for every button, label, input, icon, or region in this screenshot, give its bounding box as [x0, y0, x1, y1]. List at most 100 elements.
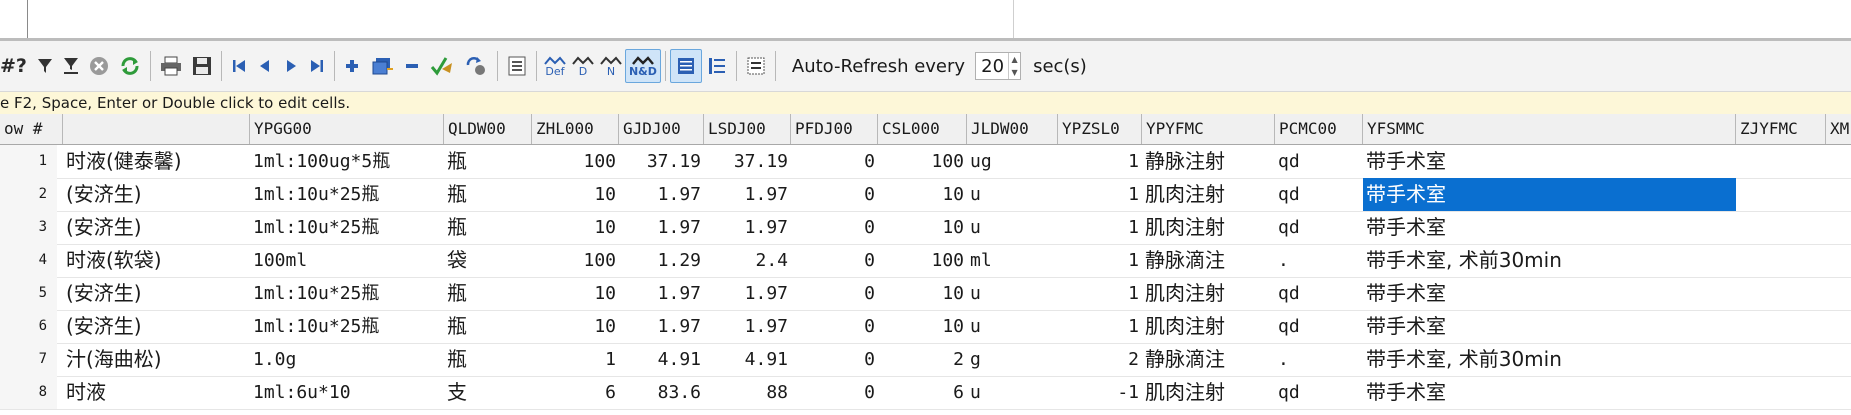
cell-jldw00[interactable]: u: [967, 376, 1058, 409]
cell-ypgg00[interactable]: 1ml:10u*25瓶: [250, 211, 444, 244]
cell-zjyfmc[interactable]: [1736, 277, 1826, 310]
post-edit-icon[interactable]: [425, 49, 459, 83]
cell-ypyfmc[interactable]: 静脉滴注: [1142, 343, 1275, 376]
cell-pfdj00[interactable]: 0: [791, 277, 878, 310]
d-icon[interactable]: D: [569, 49, 597, 83]
def-icon[interactable]: Def: [541, 49, 569, 83]
cell-name[interactable]: (安济生): [63, 310, 250, 343]
next-record-icon[interactable]: [278, 49, 304, 83]
cell-name[interactable]: (安济生): [63, 277, 250, 310]
table-row[interactable]: 8 时液 1ml:6u*10 支 6 83.6 88 0 6 u -1 肌肉注射 qd 带手术室: [0, 376, 1851, 410]
editor-splitter[interactable]: [1013, 0, 1014, 38]
cell-name[interactable]: 时液(软袋): [63, 244, 250, 277]
cell-ypgg00[interactable]: 100ml: [250, 244, 444, 277]
header-pfdj00[interactable]: PFDJ00: [791, 114, 878, 144]
cell-zjyfmc[interactable]: [1736, 244, 1826, 277]
filter-clear-icon[interactable]: [58, 49, 84, 83]
cell-xm[interactable]: [1826, 376, 1851, 409]
data-grid[interactable]: ow # YPGG00 QLDW00 ZHL000 GJDJ00 LSDJ00 …: [0, 114, 1851, 415]
cell-zjyfmc[interactable]: [1736, 310, 1826, 343]
cell-jldw00[interactable]: u: [967, 277, 1058, 310]
row-number[interactable]: 6: [0, 310, 57, 343]
cell-gjdj00[interactable]: 83.6: [619, 376, 704, 409]
cell-qldw00[interactable]: 瓶: [444, 145, 532, 178]
table-row[interactable]: 6 (安济生) 1ml:10u*25瓶瓶 10 1.97 1.97 0 10 u 1 肌肉注射 qd 带…: [0, 310, 1851, 344]
cell-csl000[interactable]: 10: [878, 277, 967, 310]
n-icon[interactable]: N: [597, 49, 625, 83]
cell-xm[interactable]: [1826, 178, 1851, 211]
header-pcmc00[interactable]: PCMC00: [1275, 114, 1363, 144]
cell-ypgg00[interactable]: 1ml:10u*25瓶: [250, 178, 444, 211]
cell-ypyfmc[interactable]: 静脉滴注: [1142, 244, 1275, 277]
cell-csl000[interactable]: 10: [878, 310, 967, 343]
row-number[interactable]: 2: [0, 178, 57, 211]
cancel-icon[interactable]: [84, 49, 114, 83]
cell-yfsmmc[interactable]: 带手术室: [1363, 277, 1736, 310]
row-number[interactable]: 1: [0, 145, 57, 178]
cell-yfsmmc[interactable]: 带手术室: [1363, 310, 1736, 343]
cell-ypgg00[interactable]: 1ml:10u*25瓶: [250, 310, 444, 343]
table-row[interactable]: 4 时液(软袋) 100ml 袋 100 1.29 2.4 0 100 ml 1 静脉滴注. 带手术室,…: [0, 244, 1851, 278]
cell-gjdj00[interactable]: 37.19: [619, 145, 704, 178]
cell-name[interactable]: (安济生): [63, 178, 250, 211]
last-record-icon[interactable]: [304, 49, 330, 83]
cell-jldw00[interactable]: u: [967, 211, 1058, 244]
cell-pfdj00[interactable]: 0: [791, 211, 878, 244]
cell-ypzsl0[interactable]: 1: [1058, 178, 1142, 211]
cell-qldw00[interactable]: 瓶: [444, 310, 532, 343]
header-qldw00[interactable]: QLDW00: [444, 114, 532, 144]
cell-zjyfmc[interactable]: [1736, 343, 1826, 376]
cell-zhl000[interactable]: 100: [532, 244, 619, 277]
header-lsdj00[interactable]: LSDJ00: [704, 114, 791, 144]
cell-gjdj00[interactable]: 1.29: [619, 244, 704, 277]
text-view-icon[interactable]: [741, 49, 771, 83]
first-record-icon[interactable]: [226, 49, 252, 83]
cell-ypgg00[interactable]: 1ml:10u*25瓶: [250, 277, 444, 310]
table-row[interactable]: 7 汁(海曲松) 1.0g 瓶 1 4.91 4.91 0 2 g 2 静脉滴注. 带手术室, 术前30…: [0, 343, 1851, 377]
cell-gjdj00[interactable]: 1.97: [619, 310, 704, 343]
cell-lsdj00[interactable]: 1.97: [704, 178, 791, 211]
cell-qldw00[interactable]: 瓶: [444, 178, 532, 211]
cell-yfsmmc[interactable]: 带手术室: [1363, 145, 1736, 178]
spin-down-icon[interactable]: ▼: [1011, 68, 1017, 77]
cell-csl000[interactable]: 10: [878, 178, 967, 211]
table-row[interactable]: 1 时液(健泰馨) 1ml:100ug*5瓶瓶 100 37.19 37.19 0 100 ug…: [0, 145, 1851, 179]
cell-csl000[interactable]: 100: [878, 244, 967, 277]
cell-ypzsl0[interactable]: 1: [1058, 310, 1142, 343]
cell-lsdj00[interactable]: 1.97: [704, 310, 791, 343]
grid-view-icon[interactable]: [669, 49, 702, 83]
cell-ypyfmc[interactable]: 肌肉注射: [1142, 211, 1275, 244]
cell-qldw00[interactable]: 瓶: [444, 211, 532, 244]
cell-name[interactable]: (安济生): [63, 211, 250, 244]
cell-pfdj00[interactable]: 0: [791, 376, 878, 409]
auto-refresh-spinner[interactable]: 20 ▲ ▼: [975, 52, 1022, 80]
cell-zhl000[interactable]: 100: [532, 145, 619, 178]
cell-pfdj00[interactable]: 0: [791, 145, 878, 178]
cell-xm[interactable]: [1826, 310, 1851, 343]
cell-zhl000[interactable]: 1: [532, 343, 619, 376]
cell-qldw00[interactable]: 袋: [444, 244, 532, 277]
cell-jldw00[interactable]: ug: [967, 145, 1058, 178]
header-ypgg00[interactable]: YPGG00: [250, 114, 444, 144]
cell-pfdj00[interactable]: 0: [791, 178, 878, 211]
cell-qldw00[interactable]: 支: [444, 376, 532, 409]
cell-pcmc00[interactable]: qd: [1275, 211, 1363, 244]
cell-gjdj00[interactable]: 1.97: [619, 211, 704, 244]
cell-yfsmmc[interactable]: 带手术室: [1363, 178, 1736, 211]
cell-pcmc00[interactable]: qd: [1275, 277, 1363, 310]
cell-gjdj00[interactable]: 1.97: [619, 277, 704, 310]
cell-pcmc00[interactable]: qd: [1275, 310, 1363, 343]
header-name[interactable]: [63, 114, 250, 144]
header-yfsmmc[interactable]: YFSMMC: [1363, 114, 1736, 144]
row-number[interactable]: 8: [0, 376, 57, 409]
cell-zhl000[interactable]: 10: [532, 211, 619, 244]
cell-xm[interactable]: [1826, 277, 1851, 310]
cell-pcmc00[interactable]: qd: [1275, 178, 1363, 211]
cell-zhl000[interactable]: 10: [532, 178, 619, 211]
cell-csl000[interactable]: 10: [878, 211, 967, 244]
cell-csl000[interactable]: 6: [878, 376, 967, 409]
cell-ypgg00[interactable]: 1ml:6u*10: [250, 376, 444, 409]
cell-yfsmmc[interactable]: 带手术室: [1363, 376, 1736, 409]
cell-lsdj00[interactable]: 1.97: [704, 277, 791, 310]
auto-refresh-value[interactable]: 20: [976, 56, 1008, 77]
